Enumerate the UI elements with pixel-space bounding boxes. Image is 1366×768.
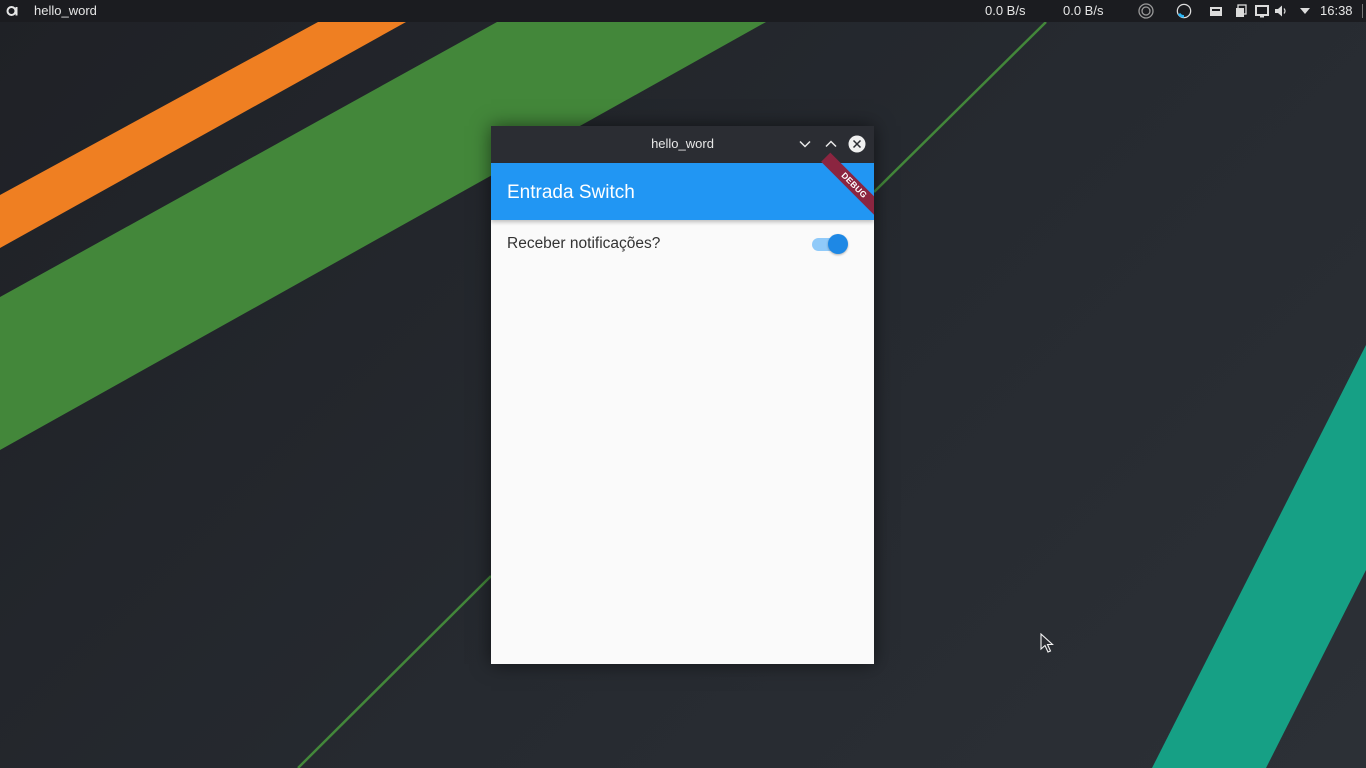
- window-titlebar[interactable]: hello_word: [491, 126, 874, 163]
- app-window: hello_word Entrada Switch DEBUG Receber …: [491, 126, 874, 664]
- active-app-name[interactable]: hello_word: [34, 3, 97, 18]
- notifications-switch[interactable]: [811, 232, 849, 256]
- circle-status-icon[interactable]: [1138, 3, 1154, 19]
- sync-icon[interactable]: [1176, 3, 1192, 19]
- minimize-button[interactable]: [796, 135, 814, 153]
- volume-icon[interactable]: [1273, 3, 1289, 19]
- close-button[interactable]: [848, 135, 866, 153]
- app-bar: Entrada Switch DEBUG: [491, 152, 874, 220]
- switch-tile-label: Receber notificações?: [507, 235, 661, 252]
- panel-clock[interactable]: 16:38: [1320, 3, 1353, 18]
- app-bar-title: Entrada Switch: [507, 182, 635, 203]
- switch-thumb[interactable]: [828, 234, 848, 254]
- maximize-button[interactable]: [822, 135, 840, 153]
- mouse-cursor-icon: [1040, 632, 1054, 653]
- minimize-icon: [799, 140, 811, 148]
- clipboard-icon[interactable]: [1233, 3, 1249, 19]
- notifications-switch-tile[interactable]: Receber notificações?: [491, 220, 874, 276]
- storage-icon[interactable]: [1208, 3, 1224, 19]
- teal-stripe: [1152, 345, 1366, 768]
- dropdown-arrow-icon[interactable]: [1297, 3, 1313, 19]
- net-download-speed: 0.0 B/s: [1063, 3, 1104, 18]
- net-upload-speed: 0.0 B/s: [985, 3, 1026, 18]
- green-line-lower: [297, 575, 492, 768]
- close-icon: [848, 135, 866, 153]
- display-icon[interactable]: [1254, 3, 1270, 19]
- window-title: hello_word: [651, 136, 714, 151]
- debug-ribbon-label: DEBUG: [821, 152, 874, 219]
- maximize-icon: [825, 140, 837, 148]
- panel-edge-divider: [1362, 4, 1363, 18]
- top-panel: hello_word 0.0 B/s 0.0 B/s 16:38: [0, 0, 1366, 22]
- green-line-upper: [873, 21, 1047, 193]
- distro-launcher-icon[interactable]: [5, 3, 19, 19]
